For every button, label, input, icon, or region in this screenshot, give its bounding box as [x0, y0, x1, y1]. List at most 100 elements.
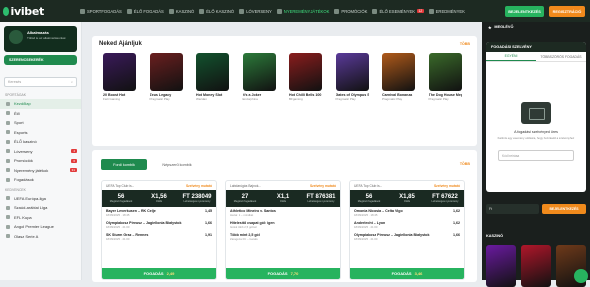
- nav-icon: [168, 8, 174, 14]
- ticket-row[interactable]: Bayer Leverkusen – RK Celje 1,45 18/09/202…: [102, 207, 216, 219]
- nav-item[interactable]: SPORTFOGADÁS: [80, 8, 122, 14]
- game-thumbnail: [242, 53, 276, 91]
- sidebar-icon: [6, 177, 10, 182]
- nav-item[interactable]: EREDMÉNYEK: [428, 8, 465, 14]
- nav-item[interactable]: KASZINÓ: [168, 8, 194, 14]
- right-panel: ★ MEGLÉVŐ FOGADÁSI SZELVÉNY EGYÉNI TÖBBSZ…: [482, 22, 590, 287]
- ticket-row-date: Zaragoza FC – Getafe: [230, 237, 258, 241]
- ticket-row[interactable]: Athletico Mineiro v. Santos Hazai: 1 – mi…: [226, 207, 340, 219]
- nav-item[interactable]: PROMÓCIÓK: [334, 8, 367, 14]
- ticket-row[interactable]: Több mint 2,5 gól Zaragoza FC – Getafe: [226, 231, 340, 243]
- nav-icon: [334, 8, 340, 14]
- left-sidebar: Alkalmazás Töltsd le az alkalmazásunkat …: [0, 22, 82, 280]
- sidebar-count-badge: 31: [69, 168, 77, 173]
- ticket-stat-label: Odds: [155, 200, 163, 203]
- sidebar-item[interactable]: Fogadások: [0, 175, 81, 185]
- ticket-row-date: 18/09/2025 · 21:00: [354, 237, 378, 241]
- ticket-stats: 56 Meglévő fogadások X1,85 Odds FT 67622 Lehe…: [350, 190, 464, 207]
- ticket-row[interactable]: Olympiakosz Pireusz – Jagiellonia Białys…: [350, 231, 464, 243]
- sidebar-item[interactable]: Nyeremény játékok 31: [0, 166, 81, 176]
- register-button[interactable]: REGISZTRÁCIÓ: [549, 6, 585, 17]
- stake-row: Ft BEJELENTKEZÉS: [486, 204, 586, 214]
- nav-item[interactable]: NYEREMÉNYJÁTÉKOK: [276, 8, 329, 14]
- game-tile[interactable]: 20 Boost Hot Fazi Gaming: [103, 53, 136, 101]
- ticket-row[interactable]: SK Sturm Graz – Rennes 1,91 18/09/2025 · 2…: [102, 231, 216, 243]
- recommended-more-link[interactable]: TÖBB: [460, 42, 470, 46]
- nav-item[interactable]: ÉLŐ FOGADÁS: [126, 8, 164, 14]
- ticket-row-date: Gólok több 2,5 gólnál: [230, 225, 257, 229]
- tab-combo[interactable]: Fordi kombik: [101, 159, 147, 170]
- sidebar-search-input[interactable]: Keresés ⌕: [4, 77, 77, 87]
- game-thumbnail: [289, 53, 322, 91]
- ticket-row[interactable]: Anderlecht – Lyon 1,62 18/09/2025 · 21:00: [350, 219, 464, 231]
- ticket-bet-button[interactable]: FOGADÁS 7,70: [226, 268, 340, 279]
- ticket-bet-button[interactable]: FOGADÁS 2,49: [102, 268, 216, 279]
- sidebar-item-label: Élő: [14, 110, 20, 116]
- sidebar-icon: [6, 120, 10, 125]
- search-placeholder: Keresés: [8, 80, 22, 84]
- game-tile[interactable]: Zeus Legacy Pragmatic Play: [149, 53, 183, 101]
- chat-icon[interactable]: [574, 269, 588, 283]
- ticket-show-link[interactable]: Szelvény mutató: [186, 184, 212, 188]
- tab-multiple[interactable]: TÖBBSZÖRÖS FOGADÁS: [536, 52, 586, 61]
- casino-thumbnail[interactable]: [486, 245, 516, 287]
- ticket-show-link[interactable]: Szelvény mutató: [434, 184, 460, 188]
- bet-code-input[interactable]: Kód beírása: [498, 150, 574, 161]
- sidebar-league[interactable]: EFL Kupa: [0, 213, 81, 223]
- nav-icon: [199, 8, 205, 14]
- app-promo-banner[interactable]: Alkalmazás Töltsd le az alkalmazásunkat: [4, 26, 77, 52]
- ticket-row[interactable]: Olympiakosz Pireusz – Jagiellonia Białys…: [102, 219, 216, 231]
- sidebar-icon: [6, 205, 10, 210]
- place-bet-button[interactable]: BEJELENTKEZÉS: [542, 204, 586, 214]
- sidebar-section-heading: SPORTÁGAK: [5, 93, 27, 97]
- ticket-bet-button[interactable]: FOGADÁS 3,46: [350, 268, 464, 279]
- tab-single[interactable]: EGYÉNI: [486, 52, 536, 61]
- search-icon: ⌕: [70, 80, 73, 84]
- ticket-row-date: Hazai: 1 – mindkét: [230, 213, 254, 217]
- nav-item[interactable]: ÉLŐ ESEMÉNYEK 12: [372, 8, 424, 14]
- combo-more-link[interactable]: TÖBB: [460, 162, 470, 166]
- sidebar-league[interactable]: Olasz Serie A: [0, 232, 81, 242]
- sidebar-item-label: Lóverseny: [14, 148, 33, 154]
- ticket-bet-label: FOGADÁS: [391, 271, 412, 276]
- sidebar-item-label: Szaúd-arábiai Liga: [14, 205, 48, 211]
- ticket-header: UEFA Top Club is... Szelvény mutató: [350, 181, 464, 190]
- sidebar-icon: [6, 111, 10, 116]
- recommended-title: Neked Ajánljuk: [99, 41, 142, 47]
- ticket-row-odd: 1,66: [453, 233, 460, 237]
- nav-item[interactable]: ÉLŐ KASZINÓ: [199, 8, 234, 14]
- tab-popular[interactable]: Népszerű kombik: [154, 159, 200, 170]
- sidebar-league[interactable]: Szaúd-arábiai Liga: [0, 203, 81, 213]
- game-tile[interactable]: Hot Chilli Bells 100 BFgaming: [289, 53, 322, 101]
- sidebar-item[interactable]: Promóciók 6: [0, 156, 81, 166]
- sidebar-league[interactable]: Angol Premier League: [0, 222, 81, 232]
- game-tile[interactable]: Hot Money Slot Wazdan: [196, 53, 229, 101]
- ticket-league: UEFA Top Club is...: [106, 183, 135, 188]
- sidebar-item[interactable]: Élő: [0, 109, 81, 119]
- nav-item[interactable]: LÓVERSENY: [239, 8, 272, 14]
- wheel-promo-button[interactable]: SZERENCSEKERÉK: [4, 55, 77, 65]
- sidebar-item-label: Angol Premier League: [14, 224, 54, 230]
- sidebar-item[interactable]: Lóverseny 4: [0, 147, 81, 157]
- sidebar-icon: [6, 139, 10, 144]
- sidebar-item[interactable]: Kezdőlap: [0, 99, 81, 109]
- ticket-stat-label: Odds: [279, 200, 287, 203]
- stake-input[interactable]: Ft: [486, 204, 539, 214]
- game-tile[interactable]: It's a Joker Endorphina: [242, 53, 276, 101]
- sidebar-icon: [6, 234, 10, 239]
- game-tile[interactable]: Gates of Olympus Super ScatterPragmatic …: [335, 53, 369, 101]
- nav-label: LÓVERSENY: [246, 8, 272, 14]
- logo[interactable]: ivibet: [0, 0, 44, 22]
- sidebar-item[interactable]: ÉLŐ kaszinó: [0, 137, 81, 147]
- casino-thumbnail[interactable]: [521, 245, 551, 287]
- ticket-show-link[interactable]: Szelvény mutató: [310, 184, 336, 188]
- login-button[interactable]: BEJELENTKEZÉS: [505, 6, 544, 17]
- ticket-row[interactable]: Omonia Nicosia – Celta Vigo 1,62 18/09/202…: [350, 207, 464, 219]
- ticket-stat-label: Lehetséges nyeremény: [183, 200, 211, 203]
- game-tile[interactable]: The Dog House Megaways 1000Pragmatic Pla…: [428, 53, 462, 101]
- sidebar-league[interactable]: UEFA Európa-liga: [0, 194, 81, 204]
- game-tile[interactable]: Carnival Bonanza Pragmatic Play: [382, 53, 415, 101]
- ticket-row[interactable]: Hitelesítő csapat gól: igen Gólok több 2,…: [226, 219, 340, 231]
- sidebar-item[interactable]: Esports: [0, 128, 81, 138]
- sidebar-item[interactable]: Sport: [0, 118, 81, 128]
